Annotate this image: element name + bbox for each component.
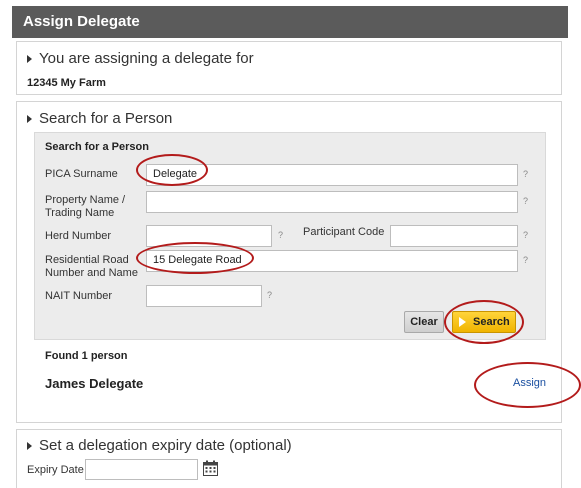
expand-triangle-icon [27, 55, 32, 64]
calendar-icon[interactable] [203, 460, 218, 476]
property-name-label-line1: Property Name / [45, 194, 126, 206]
residential-road-label: Residential Road Number and Name [45, 254, 138, 280]
assigning-heading: You are assigning a delegate for [39, 50, 254, 67]
annotation-ring-surname [136, 154, 208, 186]
nait-number-label: NAIT Number [45, 290, 113, 302]
annotation-ring-road [136, 242, 254, 274]
participant-code-input[interactable] [390, 225, 518, 247]
residential-road-help-icon[interactable]: ? [523, 255, 528, 265]
pica-surname-label: PICA Surname [45, 168, 118, 180]
expand-triangle-icon [27, 442, 32, 451]
residential-road-label-line2: Number and Name [45, 267, 138, 279]
window-title: Assign Delegate [12, 6, 568, 38]
assign-delegate-panel: Assign Delegate You are assigning a dele… [0, 0, 581, 488]
search-heading-row[interactable]: Search for a Person [27, 110, 172, 127]
participant-code-help-icon[interactable]: ? [523, 230, 528, 240]
expiry-date-input[interactable] [85, 459, 198, 480]
property-name-help-icon[interactable]: ? [523, 196, 528, 206]
search-heading: Search for a Person [39, 110, 173, 127]
residential-road-label-line1: Residential Road [45, 254, 129, 266]
result-count: Found 1 person [45, 350, 128, 362]
participant-code-label: Participant Code [303, 226, 385, 238]
search-box-title: Search for a Person [45, 141, 149, 153]
herd-number-label: Herd Number [45, 230, 112, 242]
expand-triangle-icon [27, 115, 32, 124]
herd-number-help-icon[interactable]: ? [278, 230, 283, 240]
nait-number-help-icon[interactable]: ? [267, 290, 272, 300]
property-name-label: Property Name / Trading Name [45, 194, 125, 220]
expiry-heading: Set a delegation expiry date (optional) [39, 437, 292, 454]
result-name: James Delegate [45, 376, 144, 391]
property-name-label-line2: Trading Name [45, 207, 115, 219]
expiry-heading-row[interactable]: Set a delegation expiry date (optional) [27, 437, 292, 454]
farm-name: 12345 My Farm [27, 77, 106, 89]
nait-number-input[interactable] [146, 285, 262, 307]
annotation-ring-search [444, 300, 524, 344]
pica-surname-help-icon[interactable]: ? [523, 169, 528, 179]
expiry-date-label: Expiry Date [27, 464, 84, 476]
assigning-heading-row[interactable]: You are assigning a delegate for [27, 50, 254, 67]
annotation-ring-assign [474, 362, 581, 408]
property-name-input[interactable] [146, 191, 518, 213]
clear-button[interactable]: Clear [404, 311, 444, 333]
